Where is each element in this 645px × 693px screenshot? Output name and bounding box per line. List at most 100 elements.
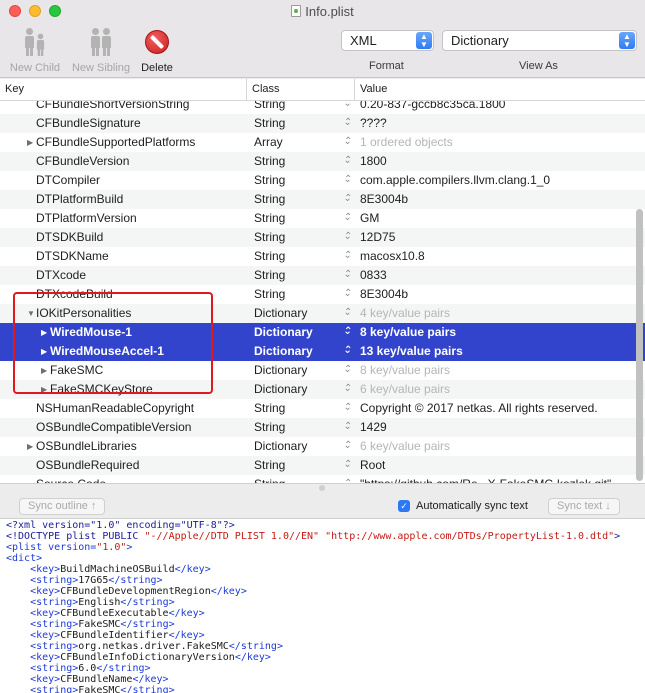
outline-row[interactable]: DTSDKNameString⌃⌄macosx10.8 <box>0 247 645 266</box>
row-key[interactable]: OSBundleCompatibleVersion <box>36 420 191 434</box>
row-class[interactable]: String <box>254 287 285 301</box>
outline-row[interactable]: ▶OSBundleLibrariesDictionary⌃⌄6 key/valu… <box>0 437 645 456</box>
outline-scrollbar-thumb[interactable] <box>636 209 643 481</box>
row-class[interactable]: Array <box>254 135 283 149</box>
row-class[interactable]: Dictionary <box>254 344 313 358</box>
outline-row[interactable]: DTSDKBuildString⌃⌄12D75 <box>0 228 645 247</box>
row-class[interactable]: Dictionary <box>254 382 307 396</box>
row-value[interactable]: Copyright © 2017 netkas. All rights rese… <box>360 401 598 415</box>
sync-text-button[interactable]: Sync text ↓ <box>548 498 620 515</box>
outline-row[interactable]: NSHumanReadableCopyrightString⌃⌄Copyrigh… <box>0 399 645 418</box>
row-value[interactable]: 6 key/value pairs <box>360 439 450 453</box>
row-key[interactable]: DTPlatformVersion <box>36 211 137 225</box>
column-header-key[interactable]: Key <box>0 79 247 100</box>
row-value[interactable]: 0833 <box>360 268 387 282</box>
row-class[interactable]: Dictionary <box>254 325 313 339</box>
source-token: FakeSMC <box>78 619 121 630</box>
row-key[interactable]: CFBundleSupportedPlatforms <box>36 135 195 149</box>
outline-row[interactable]: DTXcodeString⌃⌄0833 <box>0 266 645 285</box>
row-value[interactable]: 1 ordered objects <box>360 135 453 149</box>
row-value[interactable]: 0.20-837-gccb8c35ca.1800 <box>360 101 505 111</box>
split-view-divider[interactable] <box>0 483 645 493</box>
source-token: </string> <box>108 575 163 586</box>
row-value[interactable]: 6 key/value pairs <box>360 382 450 396</box>
outline-row[interactable]: CFBundleVersionString⌃⌄1800 <box>0 152 645 171</box>
outline-row[interactable]: OSBundleCompatibleVersionString⌃⌄1429 <box>0 418 645 437</box>
disclosure-collapsed-icon[interactable]: ▶ <box>27 138 33 147</box>
row-key[interactable]: NSHumanReadableCopyright <box>36 401 194 415</box>
row-key[interactable]: DTSDKName <box>36 249 109 263</box>
source-line: <plist version="1.0"> <box>6 542 132 553</box>
source-line: <key>CFBundleIdentifier</key> <box>6 630 205 641</box>
row-key[interactable]: DTPlatformBuild <box>36 192 123 206</box>
row-value[interactable]: 13 key/value pairs <box>360 344 463 358</box>
source-token: </key> <box>234 652 271 663</box>
row-key[interactable]: DTCompiler <box>36 173 100 187</box>
source-token <box>6 663 30 674</box>
new-child-button[interactable]: New Child <box>7 26 63 74</box>
outline-row[interactable]: Source CodeString⌃⌄"https://github.com/R… <box>0 475 645 483</box>
auto-sync-label[interactable]: Automatically sync text <box>416 500 528 512</box>
row-value[interactable]: GM <box>360 211 379 225</box>
auto-sync-checkbox[interactable]: ✓ <box>398 500 410 512</box>
new-sibling-button[interactable]: New Sibling <box>69 26 133 74</box>
outline-row[interactable]: DTPlatformVersionString⌃⌄GM <box>0 209 645 228</box>
sync-outline-button[interactable]: Sync outline ↑ <box>19 498 106 515</box>
row-value[interactable]: 4 key/value pairs <box>360 306 450 320</box>
source-line: <string>FakeSMC</string> <box>6 619 175 630</box>
outline-row[interactable]: OSBundleRequiredString⌃⌄Root <box>0 456 645 475</box>
row-class[interactable]: String <box>254 154 285 168</box>
window-title: Info.plist <box>0 4 645 19</box>
row-class[interactable]: String <box>254 249 285 263</box>
plist-outline[interactable]: CFBundleShortVersionStringString⌃⌄0.20-8… <box>0 101 645 483</box>
outline-row[interactable]: DTPlatformBuildString⌃⌄8E3004b <box>0 190 645 209</box>
format-popup[interactable]: XML ▲ ▼ <box>341 30 434 51</box>
row-class[interactable]: String <box>254 458 285 472</box>
row-class[interactable]: String <box>254 420 285 434</box>
outline-row[interactable]: ▶CFBundleSupportedPlatformsArray⌃⌄1 orde… <box>0 133 645 152</box>
row-value[interactable]: 12D75 <box>360 230 395 244</box>
row-class[interactable]: Dictionary <box>254 306 307 320</box>
row-value[interactable]: Root <box>360 458 385 472</box>
row-key[interactable]: CFBundleSignature <box>36 116 141 130</box>
column-header-class[interactable]: Class <box>247 79 355 100</box>
outline-row[interactable]: CFBundleSignatureString⌃⌄???? <box>0 114 645 133</box>
row-key[interactable]: DTXcode <box>36 268 86 282</box>
disclosure-collapsed-icon[interactable]: ▶ <box>27 442 33 451</box>
row-value[interactable]: 8 key/value pairs <box>360 363 450 377</box>
delete-button[interactable]: Delete <box>138 26 176 74</box>
view-as-popup[interactable]: Dictionary ▲ ▼ <box>442 30 637 51</box>
row-class[interactable]: String <box>254 101 285 111</box>
row-value[interactable]: 8 key/value pairs <box>360 325 456 339</box>
row-value[interactable]: 8E3004b <box>360 192 408 206</box>
row-class[interactable]: String <box>254 230 285 244</box>
outline-row[interactable]: CFBundleShortVersionStringString⌃⌄0.20-8… <box>0 101 645 114</box>
row-key[interactable]: DTSDKBuild <box>36 230 103 244</box>
row-value[interactable]: ???? <box>360 116 387 130</box>
row-value[interactable]: macosx10.8 <box>360 249 425 263</box>
outline-row[interactable]: DTCompilerString⌃⌄com.apple.compilers.ll… <box>0 171 645 190</box>
row-class[interactable]: String <box>254 173 285 187</box>
source-token: </string> <box>96 663 151 674</box>
xml-source-editor[interactable]: <?xml version="1.0" encoding="UTF-8"?> <!… <box>0 519 645 693</box>
row-key[interactable]: CFBundleVersion <box>36 154 129 168</box>
row-key[interactable]: CFBundleShortVersionString <box>36 101 189 111</box>
source-token: <dict> <box>6 553 43 564</box>
row-class[interactable]: String <box>254 401 285 415</box>
source-line: <dict> <box>6 553 42 564</box>
row-class[interactable]: String <box>254 116 285 130</box>
source-token <box>6 575 30 586</box>
row-class[interactable]: String <box>254 268 285 282</box>
row-key[interactable]: OSBundleRequired <box>36 458 139 472</box>
row-value[interactable]: 1800 <box>360 154 387 168</box>
row-class[interactable]: Dictionary <box>254 363 307 377</box>
row-value[interactable]: 1429 <box>360 420 387 434</box>
row-class[interactable]: String <box>254 211 285 225</box>
row-class[interactable]: Dictionary <box>254 439 307 453</box>
row-value[interactable]: com.apple.compilers.llvm.clang.1_0 <box>360 173 550 187</box>
row-value[interactable]: 8E3004b <box>360 287 408 301</box>
column-header-value[interactable]: Value <box>355 79 645 100</box>
row-key[interactable]: OSBundleLibraries <box>36 439 137 453</box>
source-token: "-//Apple//DTD PLIST 1.0//EN" <box>144 531 320 542</box>
row-class[interactable]: String <box>254 192 285 206</box>
